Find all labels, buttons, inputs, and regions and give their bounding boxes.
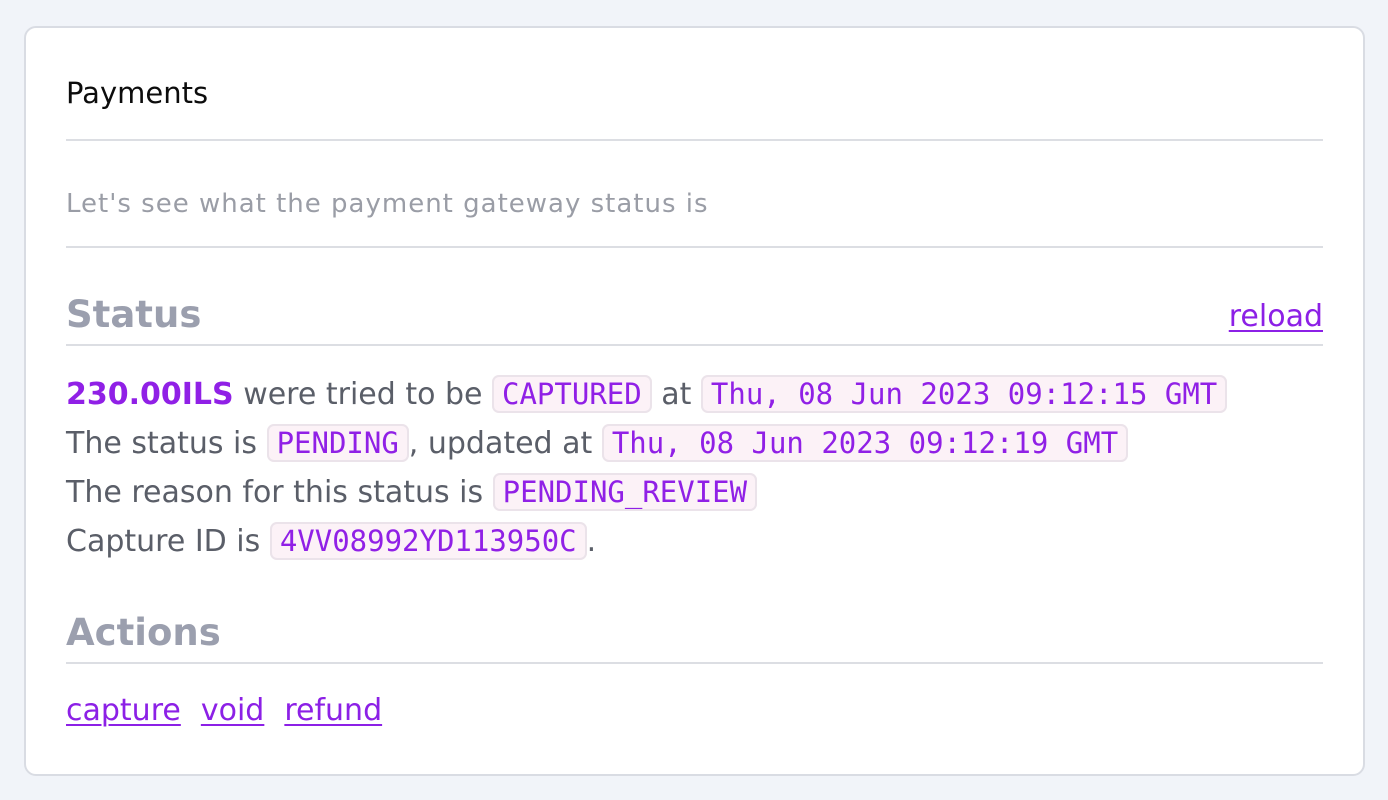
updated-at-timestamp: Thu, 08 Jun 2023 09:12:19 GMT <box>601 424 1129 462</box>
void-link[interactable]: void <box>201 693 265 728</box>
reload-link[interactable]: reload <box>1229 298 1323 336</box>
status-line-attempt: 230.00ILS were tried to be CAPTURED at T… <box>66 370 1228 419</box>
status-text: Capture ID is <box>66 524 270 559</box>
divider <box>66 662 1323 664</box>
card-title: Payments <box>66 76 209 110</box>
divider <box>66 246 1323 248</box>
status-text: The reason for this status is <box>66 475 493 510</box>
capture-link[interactable]: capture <box>66 693 181 728</box>
status-line-capture-id: Capture ID is 4VV08992YD113950C. <box>66 517 1227 566</box>
status-details: 230.00ILS were tried to be CAPTURED at T… <box>66 370 1228 566</box>
refund-link[interactable]: refund <box>284 693 382 728</box>
card-subtitle: Let's see what the payment gateway statu… <box>66 189 709 219</box>
status-text: The status is <box>66 426 267 461</box>
status-text: were tried to be <box>233 377 493 412</box>
status-heading: Status <box>66 293 202 336</box>
status-line-state: The status is PENDING, updated at Thu, 0… <box>66 419 1227 468</box>
status-line-reason: The reason for this status is PENDING_RE… <box>66 468 1227 517</box>
payment-amount: 230.00ILS <box>66 377 234 412</box>
actions-list: capture void refund <box>66 692 402 730</box>
reason-code: PENDING_REVIEW <box>492 473 758 511</box>
actions-heading: Actions <box>66 611 221 654</box>
status-text: , updated at <box>408 426 602 461</box>
divider <box>66 139 1323 141</box>
payments-card: Payments Let's see what the payment gate… <box>24 26 1365 776</box>
capture-id-code: 4VV08992YD113950C <box>269 522 587 560</box>
divider <box>66 344 1323 346</box>
attempted-action-code: CAPTURED <box>492 375 652 413</box>
status-text: at <box>651 377 701 412</box>
status-code: PENDING <box>266 424 409 462</box>
status-text: . <box>586 524 597 559</box>
tried-at-timestamp: Thu, 08 Jun 2023 09:12:15 GMT <box>700 375 1228 413</box>
